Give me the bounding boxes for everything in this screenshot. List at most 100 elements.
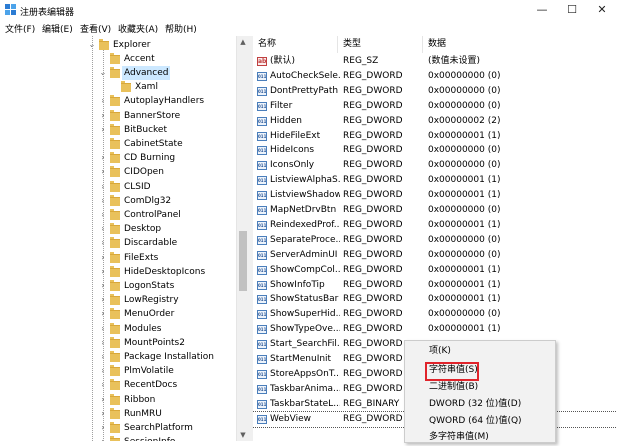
value-type: REG_DWORD xyxy=(343,279,403,290)
menu-view[interactable]: 查看(V) xyxy=(80,22,111,35)
value-row[interactable]: 011 MapNetDrvBtn REG_DWORD 0x00000000 (0) xyxy=(253,203,617,218)
context-menu-item[interactable]: 项(K) xyxy=(429,343,451,360)
folder-icon xyxy=(110,251,120,263)
maximize-button[interactable]: ☐ xyxy=(557,0,587,20)
value-row[interactable]: 011 ShowSuperHid... REG_DWORD 0x00000000 (0… xyxy=(253,307,617,322)
tree-item[interactable]: Accent xyxy=(0,52,236,66)
tree-item[interactable]: ⌄ Explorer xyxy=(0,38,236,52)
tree-item[interactable]: › BannerStore xyxy=(0,109,236,123)
binary-value-icon: 011 xyxy=(257,295,267,305)
value-row[interactable]: 011 ShowCompCol... REG_DWORD 0x00000001 (1) xyxy=(253,263,617,278)
value-type: REG_DWORD xyxy=(343,70,403,81)
value-row[interactable]: 011 AutoCheckSele... REG_DWORD 0x00000000 (… xyxy=(253,69,617,84)
tree-item[interactable]: › MenuOrder xyxy=(0,307,236,321)
folder-icon xyxy=(110,52,120,64)
column-header-name[interactable]: 名称 xyxy=(253,36,338,53)
tree-item[interactable]: › CIDOpen xyxy=(0,165,236,179)
value-row[interactable]: 011 IconsOnly REG_DWORD 0x00000000 (0) xyxy=(253,158,617,173)
tree-guide-line xyxy=(103,50,104,441)
tree-item[interactable]: › AutoplayHandlers xyxy=(0,94,236,108)
tree-item[interactable]: › ComDlg32 xyxy=(0,194,236,208)
value-row[interactable]: 011 SeparateProce... REG_DWORD 0x00000000 (… xyxy=(253,233,617,248)
tree-item[interactable]: › FileExts xyxy=(0,251,236,265)
tree-item[interactable]: ⌄ Advanced xyxy=(0,65,236,80)
menu-favorites[interactable]: 收藏夹(A) xyxy=(118,22,158,35)
value-row[interactable]: 011 ShowTypeOve... REG_DWORD 0x00000001 (1) xyxy=(253,322,617,337)
value-name: ShowSuperHid... xyxy=(270,309,340,320)
tree-item[interactable]: › Desktop xyxy=(0,222,236,236)
binary-value-icon: 011 xyxy=(257,369,267,379)
value-data: 0x00000000 (0) xyxy=(428,145,501,156)
minimize-button[interactable]: — xyxy=(527,0,557,20)
tree-item[interactable]: › ControlPanel xyxy=(0,208,236,222)
value-row[interactable]: 011 Filter REG_DWORD 0x00000000 (0) xyxy=(253,99,617,114)
tree-item[interactable]: › CLSID xyxy=(0,180,236,194)
tree-item[interactable]: › BitBucket xyxy=(0,123,236,137)
tree-item[interactable]: › CD Burning xyxy=(0,151,236,165)
tree-item[interactable]: › Ribbon xyxy=(0,393,236,407)
scroll-thumb[interactable] xyxy=(239,231,247,291)
context-menu-item[interactable]: 二进制值(B) xyxy=(429,379,478,396)
value-row[interactable]: 011 DontPrettyPath REG_DWORD 0x00000000 (0) xyxy=(253,84,617,99)
value-type: REG_DWORD xyxy=(343,190,403,201)
value-row[interactable]: 011 ShowStatusBar REG_DWORD 0x00000001 (1) xyxy=(253,292,617,307)
close-button[interactable]: ✕ xyxy=(587,0,617,20)
context-menu-item[interactable]: QWORD (64 位)值(Q) xyxy=(429,413,522,430)
value-name: SeparateProce... xyxy=(270,234,340,245)
tree-item[interactable]: › Discardable xyxy=(0,236,236,250)
folder-icon xyxy=(110,379,120,391)
tree-item[interactable]: › SearchPlatform xyxy=(0,421,236,435)
tree-item[interactable]: › LowRegistry xyxy=(0,293,236,307)
window-title: 注册表编辑器 xyxy=(20,8,75,18)
value-name: TaskbarStateL... xyxy=(270,398,340,409)
tree-item[interactable]: › Package Installation xyxy=(0,350,236,364)
tree-guide-line xyxy=(92,36,93,441)
tree-item[interactable]: › HideDesktopIcons xyxy=(0,265,236,279)
value-row[interactable]: 011 Hidden REG_DWORD 0x00000002 (2) xyxy=(253,114,617,129)
value-row[interactable]: ab (默认) REG_SZ (数值未设置) xyxy=(253,54,617,69)
binary-value-icon: 011 xyxy=(257,280,267,290)
tree-item[interactable]: › PlmVolatile xyxy=(0,364,236,378)
menu-bar: 文件(F) 编辑(E) 查看(V) 收藏夹(A) 帮助(H) xyxy=(0,20,617,36)
context-menu-item[interactable]: 字符串值(S) xyxy=(429,362,478,379)
menu-help[interactable]: 帮助(H) xyxy=(165,22,197,35)
tree-item[interactable]: › MountPoints2 xyxy=(0,336,236,350)
value-row[interactable]: 011 ReindexedProf... REG_DWORD 0x00000001 (… xyxy=(253,218,617,233)
value-row[interactable]: 011 ListviewShadow REG_DWORD 0x00000001 (1) xyxy=(253,188,617,203)
value-data: 0x00000001 (1) xyxy=(428,294,501,305)
context-menu-item[interactable]: DWORD (32 位)值(D) xyxy=(429,396,521,413)
folder-icon xyxy=(110,208,120,220)
context-menu-item[interactable]: 多字符串值(M) xyxy=(429,429,489,446)
tree-item[interactable]: › RunMRU xyxy=(0,407,236,421)
value-name: ShowCompCol... xyxy=(270,264,340,275)
value-name: Start_SearchFil... xyxy=(270,339,340,350)
value-row[interactable]: 011 ListviewAlphaS... REG_DWORD 0x00000001 … xyxy=(253,173,617,188)
tree-item[interactable]: › LogonStats xyxy=(0,279,236,293)
menu-edit[interactable]: 编辑(E) xyxy=(42,22,73,35)
tree-item[interactable]: › Modules xyxy=(0,322,236,336)
tree-item-label: MenuOrder xyxy=(124,309,175,320)
value-row[interactable]: 011 ShowInfoTip REG_DWORD 0x00000001 (1) xyxy=(253,278,617,293)
value-data: 0x00000000 (0) xyxy=(428,70,501,81)
value-row[interactable]: 011 HideIcons REG_DWORD 0x00000000 (0) xyxy=(253,143,617,158)
menu-file[interactable]: 文件(F) xyxy=(5,22,35,35)
value-row[interactable]: 011 HideFileExt REG_DWORD 0x00000001 (1) xyxy=(253,129,617,144)
tree-item[interactable]: CabinetState xyxy=(0,137,236,151)
tree-item[interactable]: ›SessionInfo xyxy=(0,435,236,441)
tree-item-label: Explorer xyxy=(113,39,151,50)
column-header-data[interactable]: 数据 xyxy=(423,36,617,53)
value-data: 0x00000000 (0) xyxy=(428,100,501,111)
binary-value-icon: 011 xyxy=(257,265,267,275)
tree-item-label: Xaml xyxy=(135,82,158,93)
folder-icon xyxy=(110,109,120,121)
column-header-type[interactable]: 类型 xyxy=(338,36,423,53)
folder-icon xyxy=(110,194,120,206)
binary-value-icon: 011 xyxy=(257,250,267,260)
tree-item[interactable]: Xaml xyxy=(0,80,236,94)
value-row[interactable]: 011 ServerAdminUI REG_DWORD 0x00000000 (0) xyxy=(253,248,617,263)
binary-value-icon: 011 xyxy=(257,116,267,126)
key-tree[interactable]: ⌄ Explorer Accent ⌄ Advanced Xaml › AutoplayHan… xyxy=(0,36,248,441)
value-type: REG_DWORD xyxy=(343,115,403,126)
folder-icon xyxy=(110,137,120,149)
tree-item[interactable]: › RecentDocs xyxy=(0,378,236,392)
